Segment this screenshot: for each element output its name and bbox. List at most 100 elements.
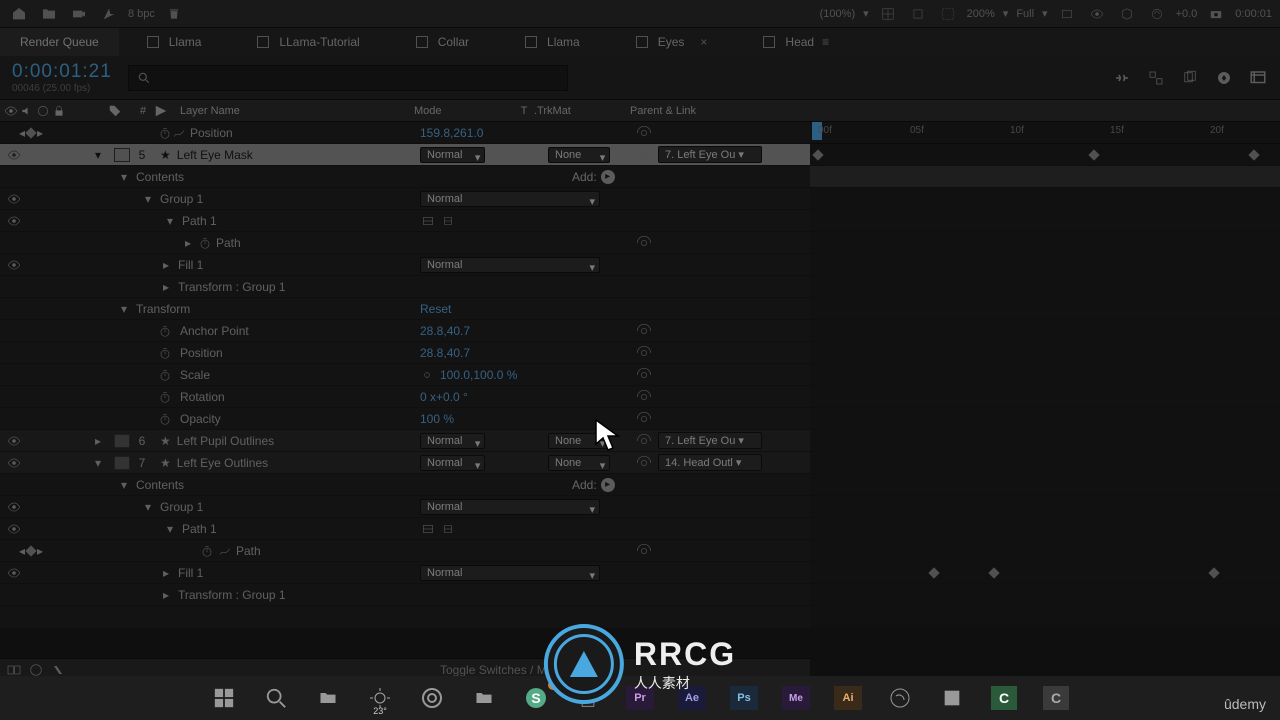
pickwhip-icon[interactable] <box>636 345 652 361</box>
layer-name[interactable]: Left Eye Outlines <box>177 456 268 470</box>
tag-icon[interactable] <box>108 104 122 118</box>
trkmat-select[interactable]: None▾ <box>548 433 610 449</box>
mediaencoder-icon[interactable]: Me <box>776 682 816 714</box>
layer-row-7[interactable]: ▾ 7 ★ Left Eye Outlines Normal▾ None▾ 14… <box>0 452 810 474</box>
graph-icon[interactable] <box>218 544 232 558</box>
layer-number-header[interactable]: # <box>138 105 148 117</box>
parent-select[interactable]: 7. Left Eye Ou ▾ <box>658 432 762 449</box>
pickwhip-icon[interactable] <box>636 147 652 163</box>
eye-icon[interactable] <box>7 148 21 162</box>
tab-llama-tutorial[interactable]: LLama-Tutorial <box>229 28 387 56</box>
next-kf-icon[interactable]: ▸ <box>37 126 43 140</box>
timeline[interactable]: 00f 05f 10f 15f 20f <box>810 122 1280 628</box>
stopwatch-icon[interactable] <box>158 324 172 338</box>
eye-icon[interactable] <box>4 104 18 118</box>
property-value[interactable]: 100.0,100.0 % <box>440 368 517 382</box>
path1-label[interactable]: Path 1 <box>182 214 217 228</box>
solo-icon[interactable] <box>36 104 50 118</box>
pickwhip-icon[interactable] <box>636 433 652 449</box>
constrain-icon[interactable] <box>420 368 434 382</box>
path-rect-icon[interactable] <box>420 522 436 536</box>
snapshot-icon[interactable] <box>1205 5 1227 23</box>
twirl-down-icon[interactable]: ▾ <box>142 501 154 513</box>
draft3d-icon[interactable] <box>1146 68 1166 88</box>
path-label[interactable]: Path <box>236 544 261 558</box>
layer-label-color[interactable] <box>114 456 130 470</box>
path-label[interactable]: Path <box>216 236 241 250</box>
blend-mode-select[interactable]: Normal▾ <box>420 455 485 471</box>
blend-mode-select[interactable]: Normal▾ <box>420 565 600 581</box>
exposure-label[interactable]: +0.0 <box>1176 8 1198 20</box>
twirl-right-icon[interactable]: ▸ <box>182 237 194 249</box>
group-label[interactable]: Group 1 <box>160 500 203 514</box>
obs-icon[interactable] <box>880 682 920 714</box>
blend-mode-select[interactable]: Normal▾ <box>420 147 485 163</box>
keyframe[interactable] <box>1208 567 1219 578</box>
tab-collar[interactable]: Collar <box>388 28 497 56</box>
transform-group-label[interactable]: Transform : Group 1 <box>178 588 286 602</box>
parent-select[interactable]: 14. Head Outl ▾ <box>658 454 762 471</box>
pickwhip-icon[interactable] <box>636 323 652 339</box>
twirl-right-icon[interactable]: ▸ <box>160 589 172 601</box>
transform-label[interactable]: Transform <box>136 302 190 316</box>
chrome-icon[interactable] <box>412 682 452 714</box>
twirl-down-icon[interactable]: ▾ <box>92 149 104 161</box>
folder-taskbar-icon[interactable] <box>464 682 504 714</box>
transform-group-label[interactable]: Transform : Group 1 <box>178 280 286 294</box>
twirl-down-icon[interactable]: ▾ <box>164 215 176 227</box>
layer-name[interactable]: Left Pupil Outlines <box>177 434 274 448</box>
layer-name-header[interactable]: Layer Name <box>174 105 414 117</box>
view-icon[interactable] <box>1086 5 1108 23</box>
illustrator-icon[interactable]: Ai <box>828 682 868 714</box>
keyframe[interactable] <box>1088 149 1099 160</box>
stopwatch-icon[interactable] <box>158 390 172 404</box>
property-value[interactable]: 28.8,40.7 <box>420 324 470 338</box>
twirl-down-icon[interactable]: ▾ <box>92 457 104 469</box>
tab-head[interactable]: Head≡ <box>735 28 857 56</box>
graph-icon[interactable] <box>172 126 186 140</box>
home-icon[interactable] <box>8 5 30 23</box>
close-icon[interactable]: × <box>700 35 707 49</box>
property-value[interactable]: 28.8,40.7 <box>420 346 470 360</box>
property-value[interactable]: 0 x+0.0 ° <box>420 390 468 404</box>
eye-icon[interactable] <box>7 192 21 206</box>
current-timecode[interactable]: 0:00:01:21 <box>12 61 112 83</box>
blend-mode-select[interactable]: Normal▾ <box>420 191 600 207</box>
zoom1-label[interactable]: (100%) <box>820 8 855 20</box>
eye-icon[interactable] <box>7 258 21 272</box>
stopwatch-icon[interactable] <box>198 236 212 250</box>
time-ruler[interactable]: 00f 05f 10f 15f 20f <box>810 122 1280 144</box>
render-queue-tab[interactable]: Render Queue <box>0 28 119 56</box>
trkmat-select[interactable]: None▾ <box>548 147 610 163</box>
twirl-right-icon[interactable]: ▸ <box>160 281 172 293</box>
lock-icon[interactable] <box>52 104 66 118</box>
label-icon[interactable] <box>154 104 168 118</box>
eye-icon[interactable] <box>7 566 21 580</box>
comp-flow-icon[interactable] <box>1112 68 1132 88</box>
blend-mode-select[interactable]: Normal▾ <box>420 433 485 449</box>
path-direction-icon[interactable] <box>440 522 456 536</box>
pickwhip-icon[interactable] <box>636 411 652 427</box>
tab-llama-1[interactable]: Llama <box>119 28 230 56</box>
tab-menu-icon[interactable]: ≡ <box>822 35 829 49</box>
stopwatch-icon[interactable] <box>158 412 172 426</box>
layer-row-6[interactable]: ▸ 6 ★ Left Pupil Outlines Normal▾ None▾ … <box>0 430 810 452</box>
layer-name[interactable]: Left Eye Mask <box>177 148 253 162</box>
stopwatch-icon[interactable] <box>158 368 172 382</box>
camtasia-icon[interactable]: C <box>984 682 1024 714</box>
property-value[interactable]: 159.8,261.0 <box>420 126 483 140</box>
eye-icon[interactable] <box>7 500 21 514</box>
keyframe[interactable] <box>928 567 939 578</box>
twirl-down-icon[interactable]: ▾ <box>118 479 130 491</box>
fill1-label[interactable]: Fill 1 <box>178 258 203 272</box>
camera-icon[interactable] <box>68 5 90 23</box>
pickwhip-icon[interactable] <box>636 125 652 141</box>
pickwhip-icon[interactable] <box>636 455 652 471</box>
blend-mode-select[interactable]: Normal▾ <box>420 257 600 273</box>
keyframe[interactable] <box>812 149 823 160</box>
swirl-icon[interactable] <box>1146 5 1168 23</box>
add-button[interactable]: ▸ <box>601 170 615 184</box>
guides-icon[interactable] <box>907 5 929 23</box>
blend-mode-select[interactable]: Normal▾ <box>420 499 600 515</box>
start-icon[interactable] <box>204 682 244 714</box>
